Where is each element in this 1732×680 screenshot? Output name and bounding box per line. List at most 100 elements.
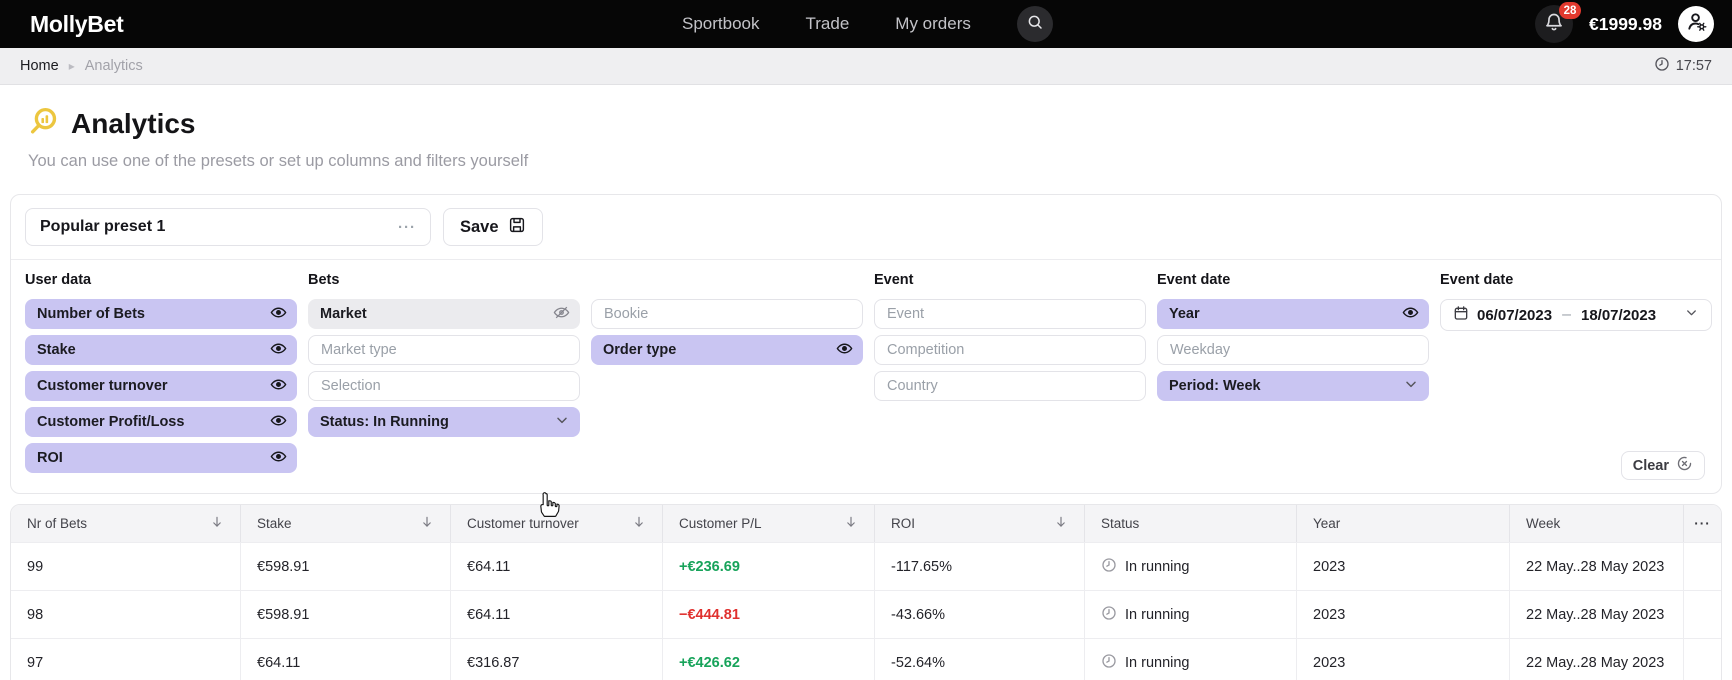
notifications-button[interactable]: 28 [1535, 5, 1573, 43]
cell-stake: €598.91 [241, 591, 451, 638]
user-settings-icon [1685, 10, 1708, 38]
filter-chip-weekday[interactable]: Weekday [1157, 335, 1429, 365]
chip-label: Event [887, 306, 1135, 322]
chip-label: Period: Week [1169, 378, 1403, 394]
chip-label: Bookie [604, 306, 852, 322]
cell-customer-pl: +€236.69 [663, 543, 875, 590]
col-label: Stake [257, 516, 292, 531]
filter-chip-period[interactable]: Period: Week [1157, 371, 1429, 401]
col-header-week[interactable]: Week [1510, 505, 1684, 542]
col-label: Week [1526, 516, 1560, 531]
filter-group-event-date: Event date Year Weekday Period: Week [1157, 272, 1429, 479]
search-button[interactable] [1017, 6, 1053, 42]
eye-icon[interactable] [270, 412, 287, 433]
chip-label: Customer turnover [37, 378, 270, 394]
col-header-customer-pl[interactable]: Customer P/L [663, 505, 875, 542]
status-label: In running [1125, 607, 1190, 623]
eye-icon[interactable] [1402, 304, 1419, 325]
filter-chip-bookie[interactable]: Bookie [591, 299, 863, 329]
eye-icon[interactable] [270, 304, 287, 325]
table-row[interactable]: 99 €598.91 €64.11 +€236.69 -117.65% In r… [11, 542, 1721, 590]
filter-chip-event[interactable]: Event [874, 299, 1146, 329]
page-subtitle: You can use one of the presets or set up… [28, 152, 1732, 171]
clock-icon [1101, 653, 1117, 673]
eye-icon[interactable] [270, 340, 287, 361]
table-row[interactable]: 97 €64.11 €316.87 +€426.62 -52.64% In ru… [11, 638, 1721, 680]
eye-icon[interactable] [270, 448, 287, 469]
eye-icon[interactable] [836, 340, 853, 361]
eye-off-icon[interactable] [553, 304, 570, 325]
cell-status: In running [1085, 543, 1297, 590]
filter-chip-status[interactable]: Status: In Running [308, 407, 580, 437]
col-label: Nr of Bets [27, 516, 87, 531]
clear-icon [1676, 455, 1693, 476]
cell-customer-turnover: €64.11 [451, 543, 663, 590]
preset-menu-icon[interactable]: ··· [398, 219, 416, 236]
col-header-roi[interactable]: ROI [875, 505, 1085, 542]
date-range-picker[interactable]: 06/07/2023 – 18/07/2023 [1440, 299, 1712, 331]
table-row[interactable]: 98 €598.91 €64.11 −€444.81 -43.66% In ru… [11, 590, 1721, 638]
account-balance[interactable]: €1999.98 [1589, 14, 1662, 35]
chip-label: ROI [37, 450, 270, 466]
filter-chip-competition[interactable]: Competition [874, 335, 1146, 365]
profile-button[interactable] [1678, 6, 1714, 42]
chevron-down-icon [1684, 305, 1699, 325]
filter-chip-order-type[interactable]: Order type [591, 335, 863, 365]
breadcrumb-home[interactable]: Home [20, 58, 59, 74]
cell-status: In running [1085, 591, 1297, 638]
filter-chip-year[interactable]: Year [1157, 299, 1429, 329]
col-header-year[interactable]: Year [1297, 505, 1510, 542]
filter-group-title: Event [874, 272, 1146, 290]
preset-select[interactable]: Popular preset 1 ··· [25, 208, 431, 246]
filter-chip-stake[interactable]: Stake [25, 335, 297, 365]
page-header: Analytics You can use one of the presets… [0, 85, 1732, 171]
save-preset-button[interactable]: Save [443, 208, 543, 246]
filter-chip-roi[interactable]: ROI [25, 443, 297, 473]
sort-down-icon[interactable] [632, 515, 646, 532]
table-body: 99 €598.91 €64.11 +€236.69 -117.65% In r… [11, 542, 1721, 680]
chip-label: Market [320, 306, 553, 322]
filter-chip-number-of-bets[interactable]: Number of Bets [25, 299, 297, 329]
col-header-stake[interactable]: Stake [241, 505, 451, 542]
sort-down-icon[interactable] [844, 515, 858, 532]
filter-chip-selection[interactable]: Selection [308, 371, 580, 401]
chip-label: Market type [321, 342, 569, 358]
nav-item-trade[interactable]: Trade [806, 14, 850, 34]
analytics-icon [28, 106, 59, 142]
filter-chip-country[interactable]: Country [874, 371, 1146, 401]
sort-down-icon[interactable] [420, 515, 434, 532]
filters-panel: Popular preset 1 ··· Save User data Numb… [10, 194, 1722, 494]
calendar-icon [1453, 305, 1469, 326]
clear-filters-button[interactable]: Clear [1621, 451, 1705, 480]
chevron-down-icon [554, 412, 570, 432]
col-header-nr-of-bets[interactable]: Nr of Bets [11, 505, 241, 542]
preset-selected-value: Popular preset 1 [40, 218, 165, 236]
filter-chip-market-type[interactable]: Market type [308, 335, 580, 365]
analytics-table: Nr of Bets Stake Customer turnover Custo… [10, 504, 1722, 680]
cell-roi: -117.65% [875, 543, 1085, 590]
filter-chip-market[interactable]: Market [308, 299, 580, 329]
breadcrumb-current: Analytics [85, 58, 143, 74]
filter-chip-customer-profit-loss[interactable]: Customer Profit/Loss [25, 407, 297, 437]
filter-chip-customer-turnover[interactable]: Customer turnover [25, 371, 297, 401]
col-label: Customer turnover [467, 516, 579, 531]
sort-down-icon[interactable] [1054, 515, 1068, 532]
table-columns-menu[interactable]: ··· [1684, 505, 1721, 542]
col-header-status[interactable]: Status [1085, 505, 1297, 542]
col-label: Year [1313, 516, 1340, 531]
nav-item-sportbook[interactable]: Sportbook [682, 14, 760, 34]
nav-item-my-orders[interactable]: My orders [895, 14, 971, 34]
brand-logo[interactable]: MollyBet [30, 11, 123, 38]
col-label: Customer P/L [679, 516, 762, 531]
chip-label: Number of Bets [37, 306, 270, 322]
cell-stake: €598.91 [241, 543, 451, 590]
cell-week: 22 May..28 May 2023 [1510, 543, 1684, 590]
eye-icon[interactable] [270, 376, 287, 397]
chip-label: Weekday [1170, 342, 1418, 358]
server-time: 17:57 [1654, 56, 1712, 76]
sort-down-icon[interactable] [210, 515, 224, 532]
cell-customer-turnover: €316.87 [451, 639, 663, 680]
clear-label: Clear [1633, 458, 1669, 474]
date-range-end: 18/07/2023 [1581, 307, 1656, 324]
col-header-customer-turnover[interactable]: Customer turnover [451, 505, 663, 542]
